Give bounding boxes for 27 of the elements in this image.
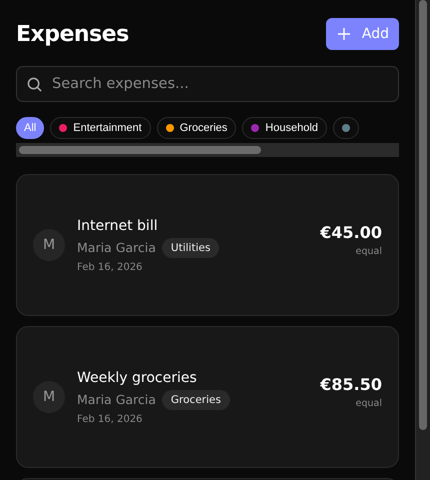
expense-card[interactable]: M Weekly groceries Maria Garcia Groceries Feb 16, 2026 €85.50 equal: [16, 326, 399, 468]
expense-date: Feb 16, 2026: [77, 262, 144, 272]
payer-name: Maria Garcia: [77, 240, 156, 255]
horizontal-scrollbar[interactable]: [16, 143, 399, 157]
category-tag: Utilities: [162, 238, 220, 258]
avatar: M: [33, 229, 65, 261]
search-box[interactable]: Search expenses...: [16, 66, 399, 102]
expense-amount: €85.50: [320, 375, 382, 394]
search-icon: [27, 76, 42, 92]
filter-chip[interactable]: Entertainment: [50, 117, 151, 139]
split-type: equal: [356, 398, 382, 409]
split-type: equal: [356, 246, 382, 257]
expense-amount: €45.00: [320, 223, 382, 242]
vertical-scrollbar[interactable]: [415, 0, 430, 480]
page-title: Expenses: [16, 22, 129, 46]
expense-date: Feb 16, 2026: [77, 414, 144, 424]
filter-chip[interactable]: Groceries: [156, 117, 236, 139]
plus-icon: [338, 28, 350, 40]
expense-card[interactable]: M Internet bill Maria Garcia Utilities Feb 16, 2026 €45.00 equal: [16, 174, 399, 316]
search-field[interactable]: Search expenses...: [50, 75, 388, 93]
payer-name: Maria Garcia: [77, 392, 156, 407]
expense-title: Weekly groceries: [77, 370, 198, 386]
avatar: M: [33, 381, 65, 413]
expense-title: Internet bill: [77, 218, 159, 234]
filter-chip[interactable]: Household: [242, 117, 327, 139]
category-tag: Groceries: [162, 390, 230, 410]
filter-chip[interactable]: [333, 117, 359, 139]
